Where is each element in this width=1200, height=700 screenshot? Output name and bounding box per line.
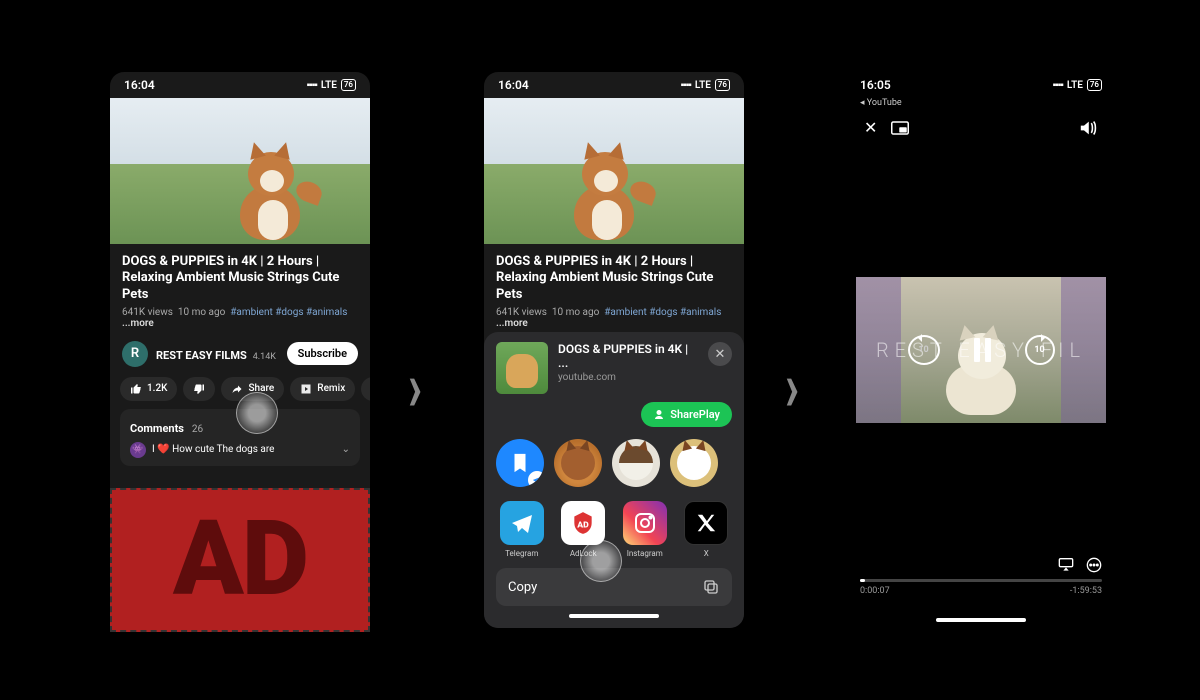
app-instagram[interactable]: Instagram xyxy=(621,501,669,558)
commenter-avatar: 👾 xyxy=(130,442,146,458)
pause-button[interactable] xyxy=(974,338,991,362)
copy-button[interactable]: Copy xyxy=(496,568,732,606)
comments-label: Comments xyxy=(130,422,184,435)
video-meta: 641K views 10 mo ago #ambient #dogs #ani… xyxy=(496,307,732,329)
progress-track[interactable] xyxy=(860,579,1102,582)
status-time: 16:04 xyxy=(498,78,529,92)
video-player[interactable]: REST EASY FIL 10 10 xyxy=(856,277,1106,423)
comment-text: I ❤️ How cute The dogs are xyxy=(152,444,274,455)
screenshot-player: 16:05 ▪▪▪▪ LTE 76 ◂ YouTube ✕ REST EASY … xyxy=(846,72,1116,632)
comments-section[interactable]: Comments 26 👾 I ❤️ How cute The dogs are… xyxy=(120,409,360,466)
share-contacts xyxy=(496,437,732,497)
like-button[interactable]: 1.2K xyxy=(120,377,177,401)
telegram-badge-icon xyxy=(528,471,544,487)
channel-avatar[interactable]: R xyxy=(122,341,148,367)
close-button[interactable]: ✕ xyxy=(864,118,877,137)
more-link[interactable]: ...more xyxy=(122,318,154,329)
arrow-icon: › xyxy=(408,347,422,428)
screenshot-share-sheet: 16:04 ▪▪▪▪ LTE 76 DOGS & PUPPIES in 4K |… xyxy=(484,72,744,628)
status-time: 16:04 xyxy=(124,78,155,92)
signal-icon: ▪▪▪▪ xyxy=(1053,80,1063,91)
chevron-down-icon[interactable]: ⌄ xyxy=(342,444,350,455)
share-title: DOGS & PUPPIES in 4K | ... xyxy=(558,342,698,370)
home-indicator[interactable] xyxy=(569,614,659,618)
airplay-icon[interactable] xyxy=(1058,557,1074,573)
more-icon[interactable] xyxy=(1086,557,1102,573)
ad-placeholder: AD xyxy=(110,488,370,632)
video-thumbnail[interactable] xyxy=(110,98,370,244)
battery-icon: 76 xyxy=(1087,79,1102,91)
contact-avatar[interactable] xyxy=(554,439,602,487)
status-bar: 16:04 ▪▪▪▪ LTE 76 xyxy=(484,72,744,98)
network-label: LTE xyxy=(321,80,337,91)
subscribe-button[interactable]: Subscribe xyxy=(287,342,358,365)
close-button[interactable]: ✕ xyxy=(708,342,732,366)
video-title[interactable]: DOGS & PUPPIES in 4K | 2 Hours | Relaxin… xyxy=(122,254,358,303)
volume-icon[interactable] xyxy=(1078,120,1098,136)
app-telegram[interactable]: Telegram xyxy=(498,501,546,558)
action-row: 1.2K Share Remix Downlo xyxy=(110,373,370,409)
channel-subs: 4.14K xyxy=(253,352,276,362)
share-sheet: DOGS & PUPPIES in 4K | ... youtube.com ✕… xyxy=(484,332,744,628)
contact-bookmark[interactable] xyxy=(496,439,544,487)
share-url: youtube.com xyxy=(558,372,698,383)
shareplay-button[interactable]: SharePlay xyxy=(641,402,732,427)
network-label: LTE xyxy=(1067,80,1083,91)
time-elapsed: 0:00:07 xyxy=(860,586,890,596)
seek-back-button[interactable]: 10 xyxy=(908,335,940,365)
arrow-icon: › xyxy=(785,347,799,428)
status-time: 16:05 xyxy=(860,78,891,92)
copy-icon xyxy=(702,578,720,596)
home-indicator[interactable] xyxy=(936,618,1026,622)
share-thumbnail xyxy=(496,342,548,394)
download-button[interactable]: Downlo xyxy=(361,377,370,401)
dislike-button[interactable] xyxy=(183,377,215,401)
contact-avatar[interactable] xyxy=(612,439,660,487)
contact-avatar[interactable] xyxy=(670,439,718,487)
signal-icon: ▪▪▪▪ xyxy=(307,80,317,91)
battery-icon: 76 xyxy=(341,79,356,91)
video-title: DOGS & PUPPIES in 4K | 2 Hours | Relaxin… xyxy=(496,254,732,303)
svg-text:AD: AD xyxy=(577,520,590,530)
time-remaining: -1:59:53 xyxy=(1070,586,1102,596)
share-button[interactable]: Share xyxy=(221,377,284,401)
video-meta: 641K views 10 mo ago #ambient #dogs #ani… xyxy=(122,307,358,329)
back-to-app[interactable]: ◂ YouTube xyxy=(846,98,1116,108)
remix-button[interactable]: Remix xyxy=(290,377,355,401)
battery-icon: 76 xyxy=(715,79,730,91)
status-bar: 16:04 ▪▪▪▪ LTE 76 xyxy=(110,72,370,98)
network-label: LTE xyxy=(695,80,711,91)
video-thumbnail[interactable] xyxy=(484,98,744,244)
status-bar: 16:05 ▪▪▪▪ LTE 76 xyxy=(846,72,1116,98)
app-adlock[interactable]: AD AdLock xyxy=(560,501,608,558)
signal-icon: ▪▪▪▪ xyxy=(681,80,691,91)
channel-name[interactable]: REST EASY FILMS xyxy=(156,349,247,362)
pip-icon[interactable] xyxy=(891,121,909,135)
share-apps-row: Telegram AD AdLock Instagram X xyxy=(496,497,732,568)
comments-count: 26 xyxy=(192,424,203,435)
seek-forward-button[interactable]: 10 xyxy=(1025,335,1055,365)
app-x[interactable]: X xyxy=(683,501,731,558)
